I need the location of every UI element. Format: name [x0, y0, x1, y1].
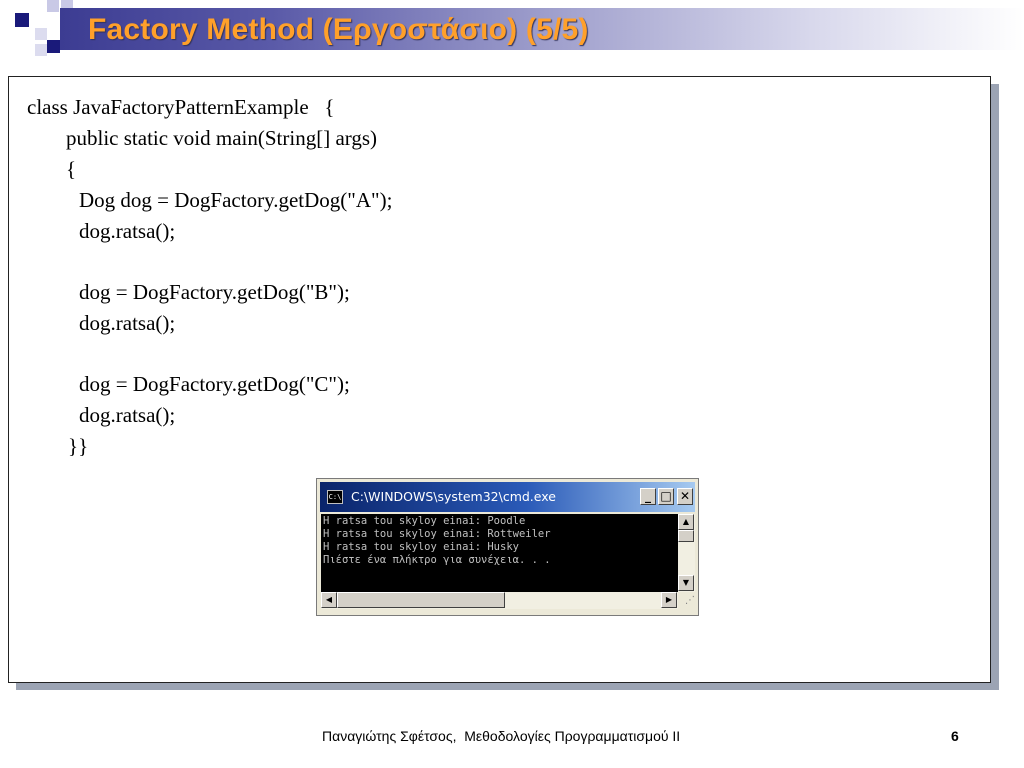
slide-title: Factory Method (Εργοστάσιο) (5/5)	[88, 13, 589, 46]
code-line: dog.ratsa();	[79, 219, 176, 243]
scroll-up-icon[interactable]: ▲	[678, 514, 694, 530]
minimize-button[interactable]: _	[640, 488, 656, 505]
code-line: dog = DogFactory.getDog("B");	[79, 280, 350, 304]
cmd-output-line: H ratsa tou skyloy einai: Husky	[323, 541, 519, 553]
corner-square-navy	[47, 40, 60, 53]
scroll-left-icon[interactable]: ◀	[321, 592, 337, 608]
code-line: dog = DogFactory.getDog("C");	[79, 372, 350, 396]
cmd-icon: C:\	[327, 490, 343, 504]
corner-square-lavender	[35, 28, 47, 40]
horizontal-scroll-thumb[interactable]	[337, 592, 505, 608]
resize-grip-icon[interactable]: ⋰	[678, 592, 695, 609]
maximize-button[interactable]: □	[658, 488, 674, 505]
corner-square-lavender	[35, 44, 47, 56]
code-line: {	[66, 157, 77, 181]
vertical-scrollbar[interactable]: ▲ ▼	[678, 514, 695, 592]
cmd-output: H ratsa tou skyloy einai: Poodle H ratsa…	[321, 514, 678, 592]
scroll-right-icon[interactable]: ▶	[661, 592, 677, 608]
code-line: Dog dog = DogFactory.getDog("A");	[79, 188, 393, 212]
cmd-titlebar: C:\ C:\WINDOWS\system32\cmd.exe _ □ ✕	[320, 482, 695, 512]
cmd-output-line: Πιέστε ένα πλήκτρο για συνέχεια. . .	[323, 554, 551, 566]
corner-square-navy	[15, 13, 29, 27]
cmd-window: C:\ C:\WINDOWS\system32\cmd.exe _ □ ✕ H …	[316, 478, 699, 616]
scroll-down-icon[interactable]: ▼	[678, 575, 694, 591]
footer-author: Παναγιώτης Σφέτσος, Μεθοδολογίες Προγραμ…	[322, 728, 681, 744]
code-line: }}	[68, 434, 89, 458]
page-number: 6	[951, 728, 959, 744]
horizontal-scrollbar[interactable]: ◀ ▶	[321, 592, 678, 609]
code-line: public static void main(String[] args)	[66, 126, 378, 150]
code-line: dog.ratsa();	[79, 403, 176, 427]
cmd-title: C:\WINDOWS\system32\cmd.exe	[351, 489, 556, 504]
code-line: class JavaFactoryPatternExample {	[27, 95, 335, 119]
close-button[interactable]: ✕	[677, 488, 693, 505]
vertical-scroll-thumb[interactable]	[678, 530, 694, 542]
code-line: dog.ratsa();	[79, 311, 176, 335]
cmd-output-line: H ratsa tou skyloy einai: Rottweiler	[323, 528, 551, 540]
cmd-output-line: H ratsa tou skyloy einai: Poodle	[323, 515, 526, 527]
corner-square-lavender	[47, 0, 59, 12]
